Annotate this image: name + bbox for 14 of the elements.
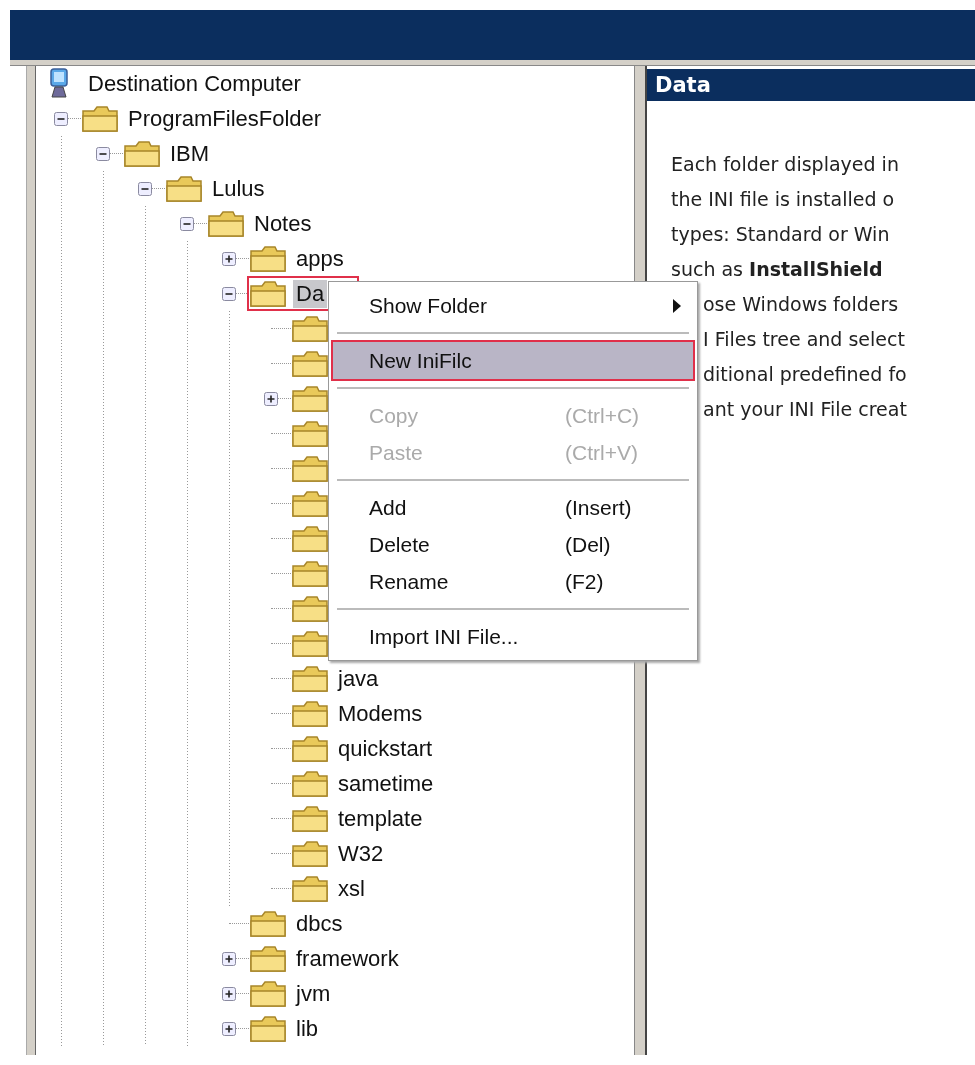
panel-title: Data [647,69,975,101]
description-text: the INI file is installed o [671,188,895,210]
description-text: ose Windows folders [703,293,899,315]
shortcut-label: (Insert) [565,495,632,520]
shortcut-label: (F2) [565,569,604,594]
description-text: Each folder displayed in [671,153,899,175]
description-text: ditional predefined fo [703,363,907,385]
description-text: I Files tree and select [703,328,905,350]
description-text: such as InstallShield [671,258,883,280]
shortcut-label: (Del) [565,532,611,557]
description-text: types: Standard or Win [671,223,890,245]
description-text: ant your INI File creat [703,398,907,420]
shortcut-label: (Ctrl+V) [565,440,638,465]
shortcut-label: (Ctrl+C) [565,403,640,428]
